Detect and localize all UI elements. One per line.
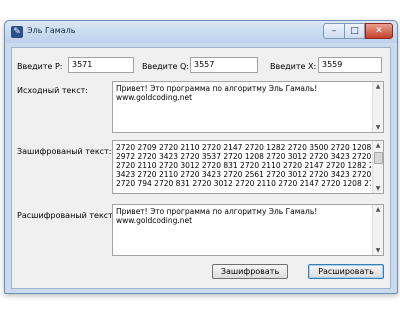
- decrypted-text-label: Расшифрованый текст:: [17, 211, 116, 220]
- x-label: Введите X:: [270, 62, 317, 71]
- main-window: ✎ Эль Гамаль – □ ✕ Введите P: 3571 Введи…: [4, 20, 398, 294]
- app-icon: ✎: [11, 26, 23, 38]
- decrypted-line: www.goldcoding.net: [116, 216, 193, 225]
- scroll-up-icon[interactable]: ▲: [373, 141, 383, 150]
- decrypted-scrollbar[interactable]: ▲ ▼: [372, 205, 383, 255]
- scroll-down-icon[interactable]: ▼: [373, 184, 383, 193]
- p-input[interactable]: 3571: [68, 57, 134, 73]
- decrypted-text-area[interactable]: Привет! Это программа по алгоритму Эль Г…: [112, 204, 384, 256]
- decrypted-line: Привет! Это программа по алгоритму Эль Г…: [116, 207, 318, 216]
- encrypted-text-area[interactable]: 2720 2709 2720 2110 2720 2147 2720 1282 …: [112, 140, 384, 194]
- form-client-area: Введите P: 3571 Введите Q: 3557 Введите …: [11, 47, 391, 289]
- close-button[interactable]: ✕: [365, 23, 393, 39]
- minimize-button[interactable]: –: [323, 23, 345, 39]
- encrypted-line: 2720 794 2720 831 2720 3012 2720 2110 27…: [116, 179, 371, 188]
- q-label: Введите Q:: [142, 62, 189, 71]
- p-label: Введите P:: [17, 62, 63, 71]
- source-line: Привет! Это программа по алгоритму Эль Г…: [116, 84, 318, 93]
- source-text-area[interactable]: Привет! Это программа по алгоритму Эль Г…: [112, 81, 384, 133]
- scroll-down-icon[interactable]: ▼: [373, 246, 383, 255]
- encrypted-line: 3423 2720 2110 2720 3423 2720 2561 2720 …: [116, 170, 371, 179]
- q-input[interactable]: 3557: [190, 57, 258, 73]
- title-bar[interactable]: ✎ Эль Гамаль – □ ✕: [5, 21, 397, 43]
- source-line: www.goldcoding.net: [116, 93, 193, 102]
- source-text-label: Исходный текст:: [17, 86, 88, 95]
- encrypted-scrollbar[interactable]: ▲ ▼: [372, 141, 383, 193]
- encrypted-line: 2720 2709 2720 2110 2720 2147 2720 1282 …: [116, 143, 371, 152]
- scroll-down-icon[interactable]: ▼: [373, 123, 383, 132]
- encrypt-button[interactable]: Зашифровать: [212, 264, 288, 279]
- decrypt-button[interactable]: Расшировать: [308, 264, 384, 279]
- encrypted-text-label: Зашифрованый текст:: [17, 147, 112, 156]
- maximize-button[interactable]: □: [345, 23, 365, 39]
- encrypted-line: 2720 2110 2720 3012 2720 831 2720 2110 2…: [116, 161, 371, 170]
- scroll-up-icon[interactable]: ▲: [373, 205, 383, 214]
- encrypted-line: 2972 2720 3423 2720 3537 2720 1208 2720 …: [116, 152, 371, 161]
- x-input[interactable]: 3559: [318, 57, 382, 73]
- source-scrollbar[interactable]: ▲ ▼: [372, 82, 383, 132]
- scroll-thumb[interactable]: [374, 152, 383, 164]
- window-title: Эль Гамаль: [27, 26, 76, 35]
- scroll-up-icon[interactable]: ▲: [373, 82, 383, 91]
